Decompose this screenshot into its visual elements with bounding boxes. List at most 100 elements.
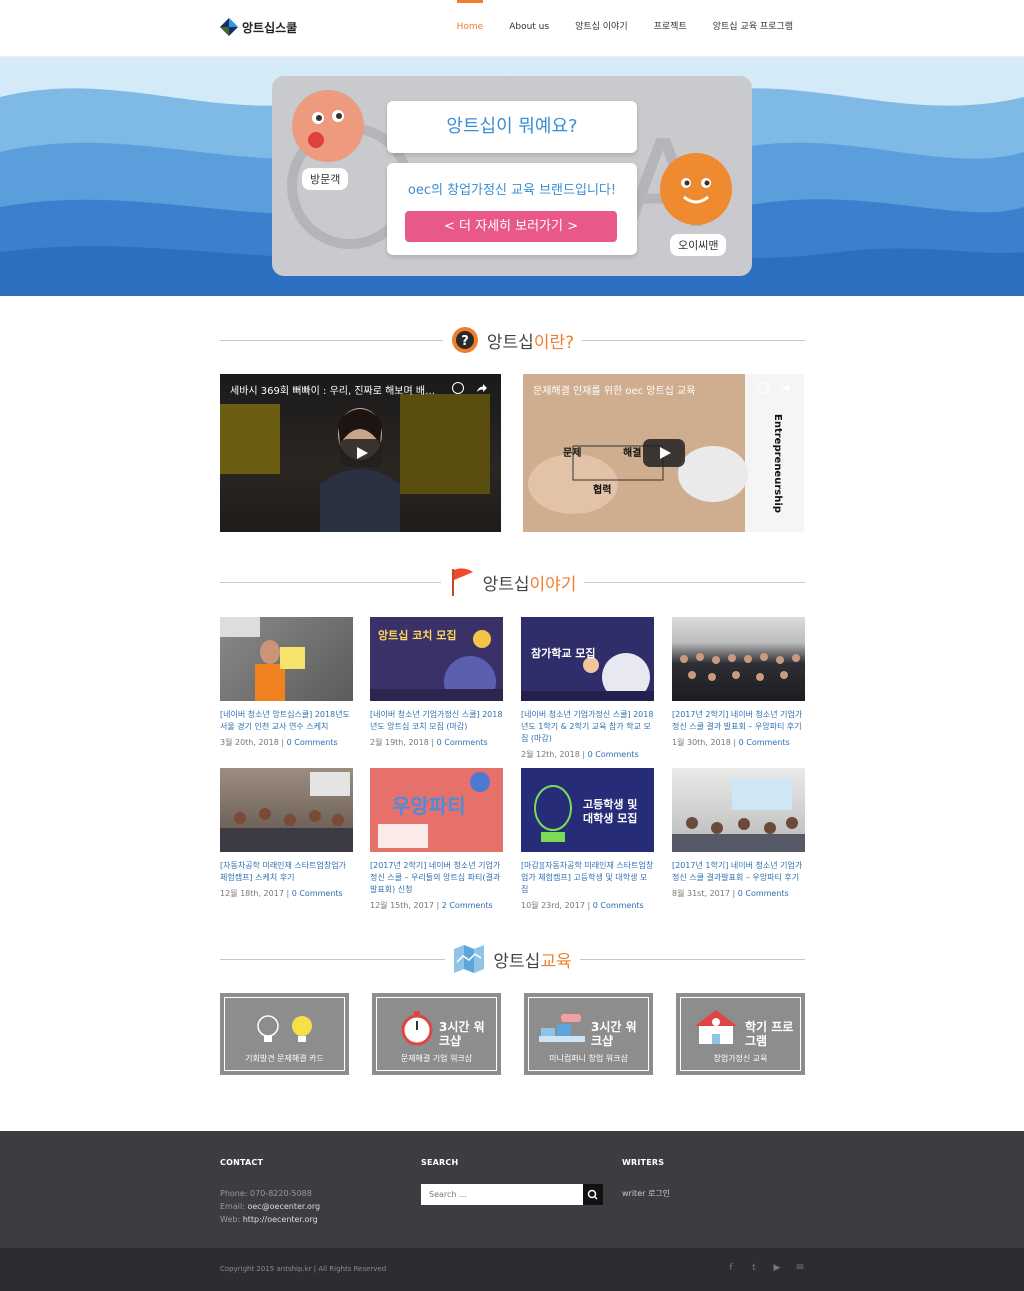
divider-line xyxy=(220,339,443,341)
post-comments[interactable]: 0 Comments xyxy=(738,889,789,898)
hero-card: A 방문객 앙트십이 뭐예요? oec의 창업가정신 교육 브랜드입니다! < … xyxy=(272,76,752,276)
section-title-main: 앙트십 xyxy=(482,574,530,595)
youtube-icon[interactable]: ▶ xyxy=(772,1263,782,1273)
footer-writers: WRITERS writer 로그인 xyxy=(622,1158,670,1200)
facebook-icon[interactable]: f xyxy=(726,1263,736,1273)
post-title[interactable]: [네이버 청소년 기업가정신 스쿨] 2018년도 1학기 & 2학기 교육 참… xyxy=(521,709,654,745)
post-meta: 3월 20th, 2018 | 0 Comments xyxy=(220,738,338,747)
edu-tile-card[interactable]: 기회발견 문제해결 카드 xyxy=(220,993,349,1075)
school-icon xyxy=(695,1010,737,1044)
post-thumbnail[interactable]: 우앙파티 xyxy=(370,768,503,852)
hero-answer: oec의 창업가정신 교육 브랜드입니다! xyxy=(407,183,617,198)
footer-web-link[interactable]: http://oecenter.org xyxy=(243,1215,318,1224)
post-date: 10월 23rd, 2017 xyxy=(521,901,585,910)
post-thumbnail[interactable] xyxy=(220,768,353,852)
footer-bottom-bar: Copyright 2015 antship.kr | All Rights R… xyxy=(0,1248,1024,1291)
edu-caption: 미니컴퍼니 창업 워크샵 xyxy=(549,1054,628,1063)
edu-tile-semester[interactable]: 학기 프로그램 창업가정신 교육 xyxy=(676,993,805,1075)
video-title-1: 세바시 369회 뻐빠이 : 우리, 진짜로 해보며 배우... xyxy=(230,386,440,397)
search-icon xyxy=(587,1189,598,1200)
section-title-main: 앙트십 xyxy=(486,332,534,353)
post-title[interactable]: [2017년 1학기] 네이버 청소년 기업가정신 스쿨 결과발표회 – 우앙파… xyxy=(672,860,805,884)
edu-caption: 창업가정신 교육 xyxy=(713,1054,768,1063)
hero-question: 앙트십이 뭐예요? xyxy=(446,116,578,137)
nav-about[interactable]: About us xyxy=(496,0,562,57)
post-date: 3월 20th, 2018 xyxy=(220,738,279,747)
nav-story[interactable]: 앙트십 이야기 xyxy=(562,0,641,57)
oec-man-face-icon xyxy=(660,153,732,225)
writer-login-link[interactable]: writer 로그인 xyxy=(622,1187,670,1200)
post-comments[interactable]: 2 Comments xyxy=(442,901,493,910)
search-button[interactable] xyxy=(583,1184,603,1205)
footer-email-link[interactable]: oec@oecenter.org xyxy=(247,1202,320,1211)
divider-line xyxy=(582,339,806,341)
email-icon[interactable]: ✉ xyxy=(795,1263,805,1273)
post-comments[interactable]: 0 Comments xyxy=(739,738,790,747)
edu-big-text: 학기 프로그램 xyxy=(745,1020,794,1048)
footer-contact-heading: CONTACT xyxy=(220,1158,264,1167)
twitter-icon[interactable]: t xyxy=(749,1263,759,1273)
footer-email: Email: oec@oecenter.org xyxy=(220,1202,321,1211)
post-card: 고등학생 및 대학생 모집 [마감][자동차공학 미래인재 스타트업창업가 체험… xyxy=(521,768,654,911)
video-player-2[interactable]: Entrepreneurship 문제 해결 협력 문제해결 인재를 위한 oe… xyxy=(523,374,804,532)
post-comments[interactable]: 0 Comments xyxy=(287,738,338,747)
post-thumbnail[interactable] xyxy=(672,768,805,852)
post-title[interactable]: [네이버 청소년 앙트십스쿨] 2018년도 서울 경기 인천 교사 연수 스케… xyxy=(220,709,353,733)
edu-big-text: 3시간 워크샵 xyxy=(591,1020,637,1048)
edu-tile-minicompany[interactable]: 3시간 워크샵 미니컴퍼니 창업 워크샵 xyxy=(524,993,653,1075)
question-mark-icon: ? xyxy=(451,327,478,353)
search-input[interactable] xyxy=(421,1184,583,1205)
post-thumbnail[interactable] xyxy=(672,617,805,701)
post-thumbnail[interactable]: 고등학생 및 대학생 모집 xyxy=(521,768,654,852)
clock-icon[interactable] xyxy=(757,382,769,394)
post-thumbnail[interactable]: 참가학교 모집 xyxy=(521,617,654,701)
post-card: [2017년 1학기] 네이버 청소년 기업가정신 스쿨 결과발표회 – 우앙파… xyxy=(672,768,805,899)
divider-line xyxy=(220,958,446,960)
play-button-2[interactable] xyxy=(643,439,685,467)
word-problem: 문제 xyxy=(563,446,581,459)
footer-phone: Phone: 070-8220-5088 xyxy=(220,1189,312,1198)
post-date: 2월 12th, 2018 xyxy=(521,750,580,759)
post-date: 12월 15th, 2017 xyxy=(370,901,434,910)
post-thumbnail[interactable]: 앙트십 코치 모집 xyxy=(370,617,503,701)
post-comments[interactable]: 0 Comments xyxy=(593,901,644,910)
footer-web: Web: http://oecenter.org xyxy=(220,1215,318,1224)
section-title-accent: 이야기 xyxy=(529,574,577,595)
post-card: [네이버 청소년 앙트십스쿨] 2018년도 서울 경기 인천 교사 연수 스케… xyxy=(220,617,353,748)
edu-tile-workshop[interactable]: 3시간 워크샵 문제해결 기업 워크샵 xyxy=(372,993,501,1075)
visitor-label: 방문객 xyxy=(302,168,349,190)
hero-banner: A 방문객 앙트십이 뭐예요? oec의 창업가정신 교육 브랜드입니다! < … xyxy=(0,57,1024,296)
post-date: 8월 31st, 2017 xyxy=(672,889,730,898)
post-title[interactable]: [자동차공학 미래인재 스타트업창업가 체험캠프] 스케치 후기 xyxy=(220,860,353,884)
video-player-1[interactable]: 세바시 369회 뻐빠이 : 우리, 진짜로 해보며 배우... xyxy=(220,374,501,532)
post-title[interactable]: [네이버 청소년 기업가정신 스쿨] 2018년도 앙트십 코치 모집 (마감) xyxy=(370,709,503,733)
nav-home[interactable]: Home xyxy=(444,0,497,57)
footer-writers-heading: WRITERS xyxy=(622,1158,665,1167)
site-logo[interactable]: 앙트십스쿨 xyxy=(220,18,297,36)
more-button[interactable]: < 더 자세히 보러가기 > xyxy=(405,211,617,242)
divider-line xyxy=(584,581,805,583)
post-comments[interactable]: 0 Comments xyxy=(292,889,343,898)
post-title[interactable]: [2017년 2학기] 네이버 청소년 기업가정신 스쿨 결과 발표회 – 우앙… xyxy=(672,709,805,733)
post-comments[interactable]: 0 Comments xyxy=(588,750,639,759)
word-solve: 해결 xyxy=(623,446,641,459)
lightbulb-icon xyxy=(257,1015,312,1042)
clock-icon[interactable] xyxy=(452,382,464,394)
visitor-face-icon xyxy=(292,90,364,162)
share-icon[interactable] xyxy=(476,382,488,394)
stopwatch-icon xyxy=(401,1011,433,1046)
flag-icon xyxy=(451,568,473,596)
post-thumbnail[interactable] xyxy=(220,617,353,701)
nav-edu-program[interactable]: 앙트십 교육 프로그램 xyxy=(700,0,806,57)
post-card: 우앙파티 [2017년 2학기] 네이버 청소년 기업가정신 스쿨 – 우리들의… xyxy=(370,768,503,911)
share-icon[interactable] xyxy=(780,382,792,394)
post-comments[interactable]: 0 Comments xyxy=(437,738,488,747)
post-title[interactable]: [2017년 2학기] 네이버 청소년 기업가정신 스쿨 – 우리들의 앙트십 … xyxy=(370,860,503,896)
post-meta: 2월 19th, 2018 | 0 Comments xyxy=(370,738,488,747)
nav-project[interactable]: 프로젝트 xyxy=(641,0,700,57)
play-button-1[interactable] xyxy=(340,439,382,467)
question-bubble: 앙트십이 뭐예요? xyxy=(387,101,637,153)
edu-big-text: 3시간 워크샵 xyxy=(439,1020,485,1048)
post-title[interactable]: [마감][자동차공학 미래인재 스타트업창업가 체험캠프] 고등학생 및 대학생… xyxy=(521,860,654,896)
footer-search-box xyxy=(421,1184,603,1205)
